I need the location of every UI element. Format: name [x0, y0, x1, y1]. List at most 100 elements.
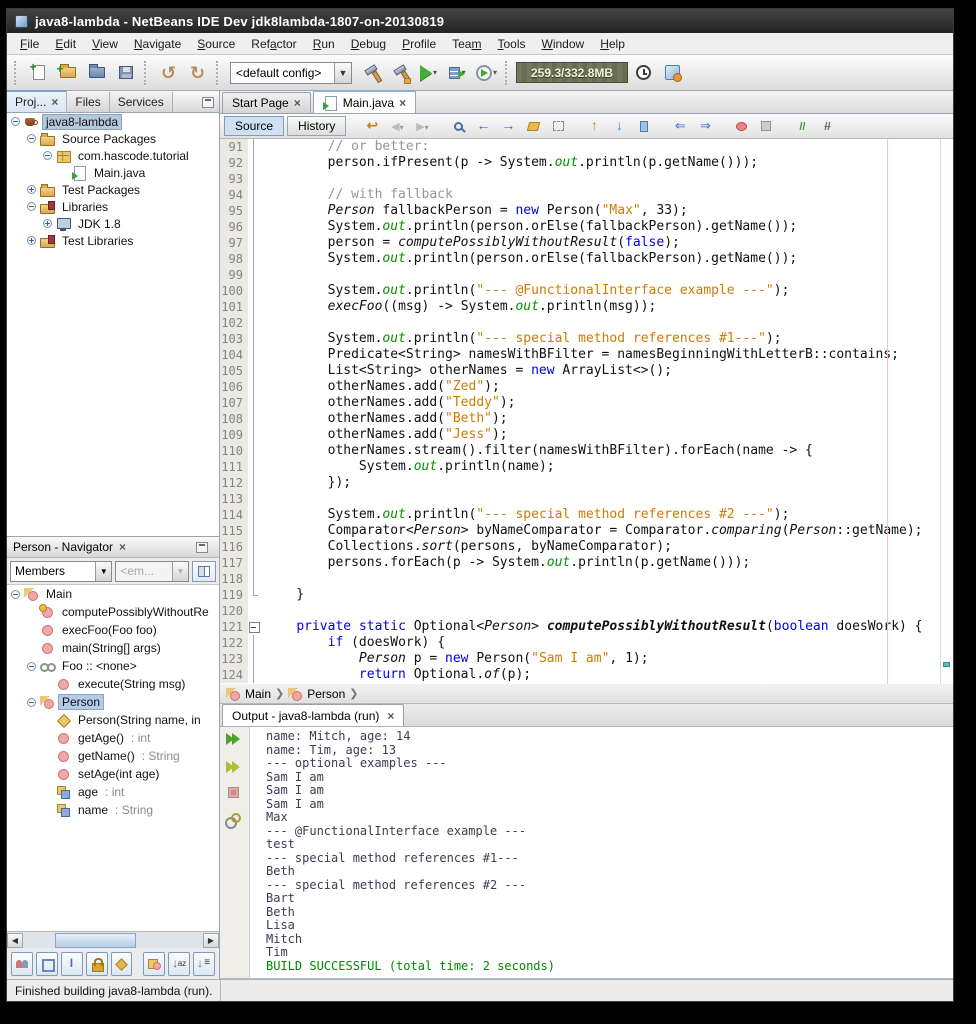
back-button[interactable] [385, 116, 409, 137]
members-view-combobox[interactable]: Members ▼ [10, 561, 112, 582]
scrollbar-thumb[interactable] [55, 933, 136, 948]
toggle-highlight-button[interactable] [521, 116, 545, 137]
output-panel[interactable]: name: Mitch, age: 14name: Tim, age: 13--… [220, 727, 953, 979]
tab-main-java[interactable]: Main.java × [313, 90, 416, 113]
shift-line-right-button[interactable] [693, 116, 717, 137]
menu-edit[interactable]: Edit [48, 35, 83, 53]
tree-item-foo-none[interactable]: Foo :: <none> [7, 657, 219, 675]
redo-button[interactable]: ↻ [184, 59, 211, 86]
next-bookmark-button[interactable] [607, 116, 631, 137]
tab-services[interactable]: Services [110, 92, 173, 112]
scroll-left-icon[interactable]: ◀ [7, 933, 23, 948]
tree-item-name[interactable]: name : String [7, 801, 219, 819]
rerun-icon[interactable] [226, 732, 238, 750]
memory-monitor[interactable]: 259.3/332.8MB [516, 62, 628, 83]
menu-debug[interactable]: Debug [344, 35, 393, 53]
menu-source[interactable]: Source [190, 35, 242, 53]
collapse-icon[interactable] [11, 117, 20, 126]
show-inner-button[interactable] [143, 952, 165, 976]
menu-tools[interactable]: Tools [490, 35, 532, 53]
show-inherited-button[interactable] [11, 952, 33, 976]
start-macro-button[interactable] [729, 116, 753, 137]
expand-icon[interactable] [27, 236, 36, 245]
config-combobox[interactable]: <default config> ▼ [230, 62, 352, 84]
tab-output[interactable]: Output - java8-lambda (run) × [222, 704, 404, 726]
rerun-with-args-icon[interactable] [226, 760, 238, 778]
expand-icon[interactable] [27, 185, 36, 194]
close-icon[interactable]: × [119, 541, 126, 553]
tree-item-person[interactable]: Person [7, 693, 219, 711]
find-selection-button[interactable] [446, 116, 470, 137]
minimize-panel-icon[interactable] [196, 542, 208, 553]
collapse-icon[interactable] [11, 590, 20, 599]
error-stripe[interactable] [940, 139, 953, 684]
tree-item-age[interactable]: age : int [7, 783, 219, 801]
fold-collapse-icon[interactable] [248, 619, 261, 635]
clean-and-build-button[interactable] [386, 59, 413, 86]
tab-start-page[interactable]: Start Page × [222, 92, 311, 113]
scrollbar-track[interactable] [23, 933, 203, 948]
menu-window[interactable]: Window [535, 35, 592, 53]
minimize-panel-icon[interactable] [202, 97, 214, 108]
tree-item-setage-int-age[interactable]: setAge(int age) [7, 765, 219, 783]
collapse-icon[interactable] [27, 662, 36, 671]
tree-item-java8-lambda[interactable]: java8-lambda [7, 113, 219, 130]
close-icon[interactable]: × [294, 97, 301, 109]
tree-item-execute-string-msg[interactable]: execute(String msg) [7, 675, 219, 693]
uncomment-button[interactable] [815, 116, 839, 137]
ant-settings-icon[interactable] [225, 813, 243, 827]
tree-item-main[interactable]: Main [7, 585, 219, 603]
title-bar[interactable]: java8-lambda - NetBeans IDE Dev jdk8lamb… [7, 9, 953, 33]
close-icon[interactable]: × [51, 96, 58, 108]
close-icon[interactable]: × [399, 97, 406, 109]
profile-project-button[interactable]: ▾ [473, 59, 500, 86]
show-constructors-button[interactable] [111, 952, 133, 976]
tree-item-main-java[interactable]: Main.java [7, 164, 219, 181]
tree-item-libraries[interactable]: Libraries [7, 198, 219, 215]
expand-icon[interactable] [43, 219, 52, 228]
breadcrumb-person[interactable]: Person [307, 687, 345, 701]
build-project-button[interactable] [357, 59, 384, 86]
history-view-button[interactable]: History [287, 116, 346, 136]
undo-button[interactable]: ↺ [155, 59, 182, 86]
stop-macro-button[interactable] [754, 116, 778, 137]
output-console[interactable]: name: Mitch, age: 14name: Tim, age: 13--… [250, 727, 953, 978]
find-previous-button[interactable] [471, 116, 495, 137]
tree-item-getage[interactable]: getAge() : int [7, 729, 219, 747]
source-view-button[interactable]: Source [224, 116, 284, 136]
scroll-right-icon[interactable]: ▶ [203, 933, 219, 948]
last-edit-button[interactable] [360, 116, 384, 137]
new-project-button[interactable]: + [54, 59, 81, 86]
gc-button[interactable] [630, 59, 657, 86]
tree-item-test-packages[interactable]: Test Packages [7, 181, 219, 198]
menu-help[interactable]: Help [593, 35, 632, 53]
new-file-button[interactable]: + [25, 59, 52, 86]
breadcrumb-main[interactable]: Main [245, 687, 271, 701]
tree-item-jdk-1-8[interactable]: JDK 1.8 [7, 215, 219, 232]
menu-profile[interactable]: Profile [395, 35, 443, 53]
show-fields-button[interactable] [36, 952, 58, 976]
menu-team[interactable]: Team [445, 35, 488, 53]
sort-alpha-button[interactable] [168, 952, 190, 976]
previous-bookmark-button[interactable] [582, 116, 606, 137]
show-static-button[interactable] [61, 952, 83, 976]
code-editor[interactable]: 91 // or better:92 person.ifPresent(p ->… [220, 139, 953, 684]
columns-button[interactable] [192, 561, 216, 582]
tree-item-main-string-args[interactable]: main(String[] args) [7, 639, 219, 657]
shift-line-left-button[interactable] [668, 116, 692, 137]
tree-item-getname[interactable]: getName() : String [7, 747, 219, 765]
save-all-button[interactable] [112, 59, 139, 86]
debug-project-button[interactable]: ▾ [444, 59, 471, 86]
toggle-bookmark-button[interactable] [632, 116, 656, 137]
sort-source-button[interactable] [193, 952, 215, 976]
filter-text-combobox[interactable]: <em... ▼ [115, 561, 189, 582]
tree-item-test-libraries[interactable]: Test Libraries [7, 232, 219, 249]
find-next-button[interactable] [496, 116, 520, 137]
menu-file[interactable]: File [13, 35, 46, 53]
update-center-button[interactable] [659, 59, 686, 86]
menu-refactor[interactable]: Refactor [244, 35, 303, 53]
comment-button[interactable] [790, 116, 814, 137]
projects-tree[interactable]: java8-lambdaSource Packagescom.hascode.t… [7, 113, 219, 536]
menu-navigate[interactable]: Navigate [127, 35, 188, 53]
collapse-icon[interactable] [27, 134, 36, 143]
